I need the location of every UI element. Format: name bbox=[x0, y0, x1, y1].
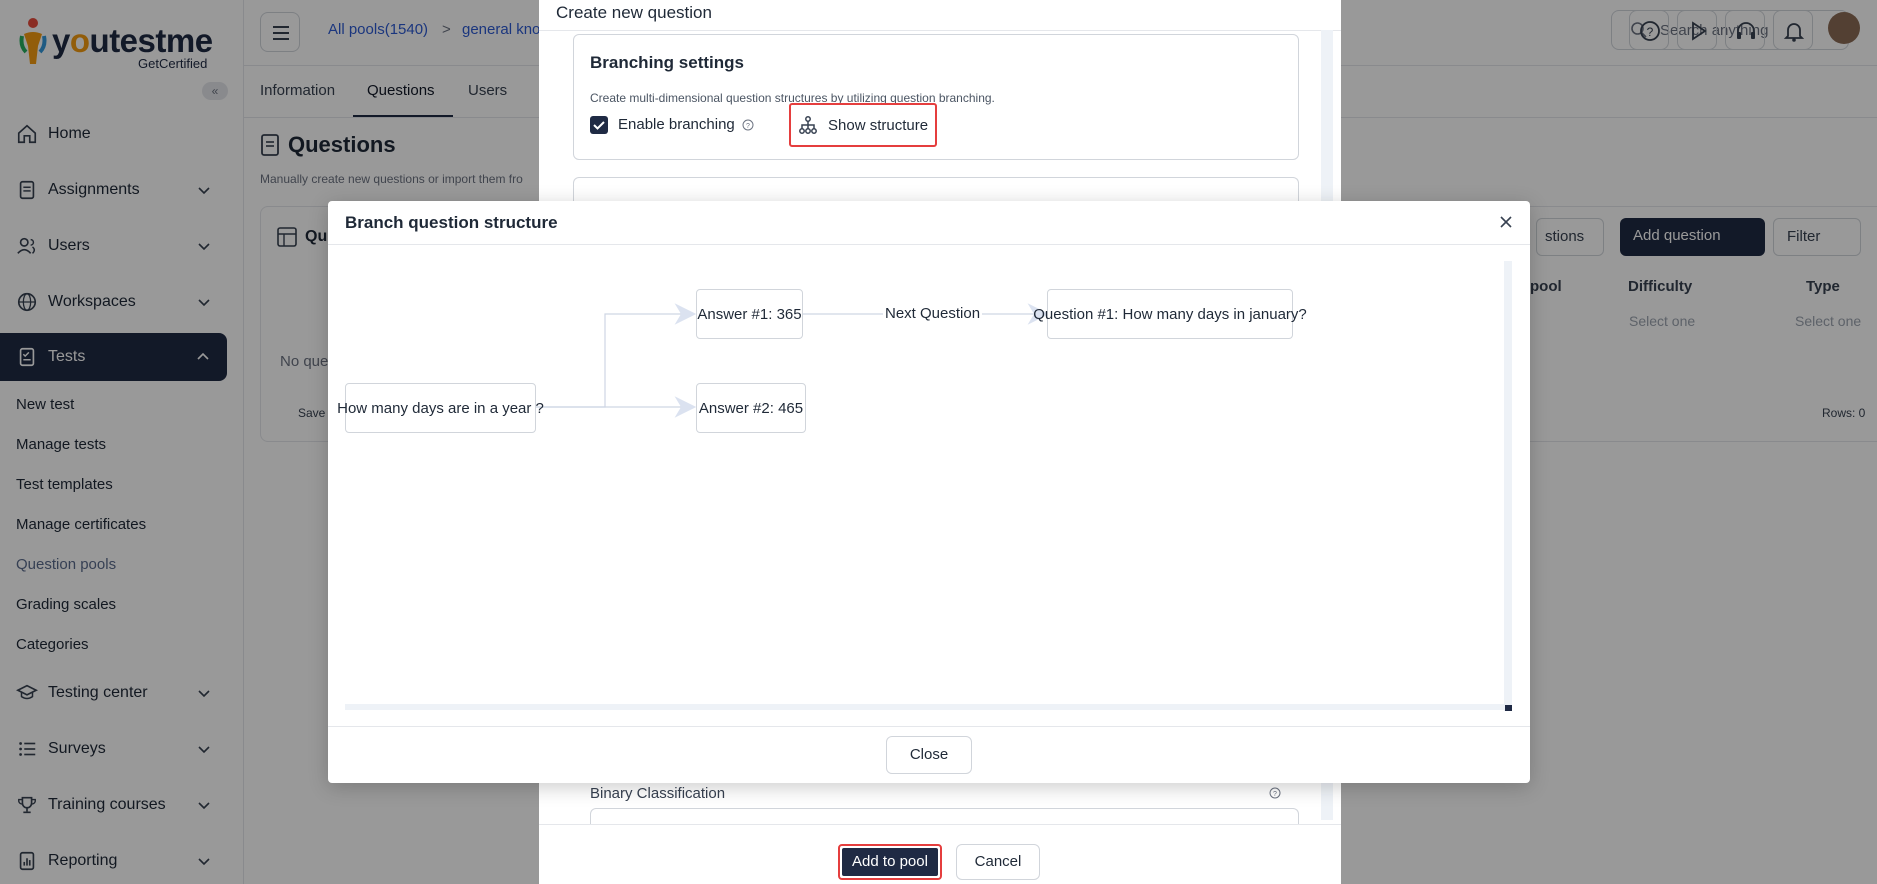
diagram-vertical-scrollbar[interactable] bbox=[1504, 261, 1512, 711]
divider bbox=[328, 726, 1530, 727]
show-structure-button[interactable]: Show structure bbox=[789, 103, 937, 147]
cancel-button[interactable]: Cancel bbox=[956, 844, 1040, 880]
checkmark-icon bbox=[593, 121, 605, 130]
edge-root-answer1 bbox=[535, 303, 697, 408]
create-question-title: Create new question bbox=[556, 3, 712, 22]
info-icon[interactable]: ? bbox=[742, 119, 754, 131]
modal-title: Branch question structure bbox=[345, 213, 558, 232]
branching-settings-title: Branching settings bbox=[590, 53, 744, 72]
divider bbox=[539, 30, 1341, 31]
branching-settings-section: Branching settings Create multi-dimensio… bbox=[573, 34, 1299, 160]
diagram-edges bbox=[535, 303, 1050, 418]
info-icon[interactable]: ? bbox=[1269, 787, 1281, 799]
svg-text:?: ? bbox=[1273, 791, 1277, 798]
close-button[interactable]: Close bbox=[886, 736, 972, 774]
enable-branching-checkbox[interactable] bbox=[590, 116, 608, 134]
branch-diagram: How many days are in a year ? Answer #1:… bbox=[337, 261, 1509, 711]
node-answer-1[interactable]: Answer #1: 365 bbox=[696, 289, 803, 339]
divider bbox=[328, 244, 1530, 245]
node-next-question[interactable]: Question #1: How many days in january? bbox=[1033, 289, 1307, 339]
edge-label-next-question: Next Question bbox=[883, 305, 983, 322]
close-icon[interactable] bbox=[1498, 214, 1514, 230]
node-answer-2[interactable]: Answer #2: 465 bbox=[696, 383, 806, 433]
node-root-question[interactable]: How many days are in a year ? bbox=[337, 383, 544, 433]
diagram-horizontal-scrollbar[interactable] bbox=[345, 704, 1505, 710]
show-structure-label: Show structure bbox=[828, 117, 929, 134]
hierarchy-icon bbox=[799, 116, 817, 134]
add-to-pool-label: Add to pool bbox=[842, 848, 938, 876]
scrollbar-corner bbox=[1505, 705, 1512, 711]
branch-structure-modal: Branch question structure How many days … bbox=[328, 201, 1530, 783]
svg-text:?: ? bbox=[746, 123, 750, 130]
binary-classification-label: Binary Classification bbox=[590, 785, 726, 802]
add-to-pool-button[interactable]: Add to pool bbox=[838, 844, 942, 880]
enable-branching-label[interactable]: Enable branching bbox=[618, 116, 735, 133]
create-question-footer: Add to pool Cancel bbox=[539, 824, 1341, 884]
